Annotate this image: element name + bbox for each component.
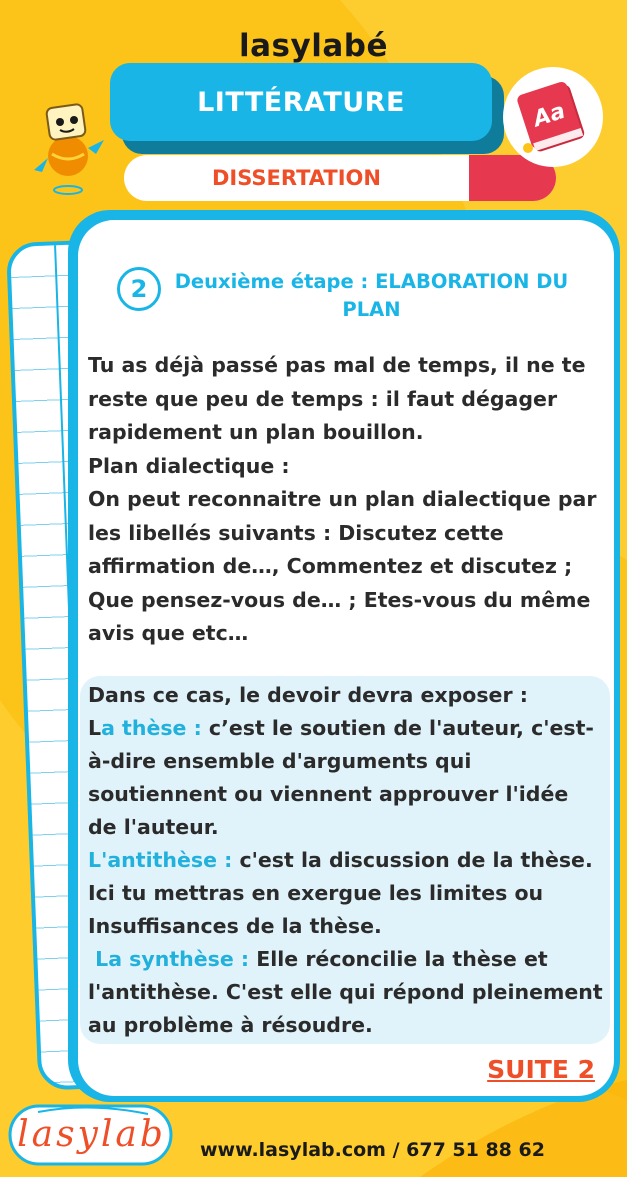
subtopic-label: DISSERTATION [211,166,381,190]
these-label: a thèse : [101,716,202,740]
logo-text: lasylab [17,1114,166,1155]
plan-description: On peut reconnaitre un plan dialectique … [88,487,597,645]
subject-banner: LITTÉRATURE [110,63,492,141]
footer-contact[interactable]: www.lasylab.com / 677 51 88 62 [200,1139,545,1161]
intro-text: Tu as déjà passé pas mal de temps, il ne… [88,349,598,651]
brand-title: lasylabé [239,28,388,64]
these-first-letter: L [88,716,102,740]
subtopic-pill: DISSERTATION [124,155,556,201]
step-title: Deuxième étape : ELABORATION DU PLAN [174,270,569,321]
synthese-item: La synthèse : Elle réconcilie la thèse e… [88,943,603,1042]
book-icon: Aa [503,67,603,167]
synthese-label: La synthèse : [88,947,250,971]
mascot-icon [34,103,104,195]
these-item: La thèse : c’est le soutien de l'auteur,… [88,712,603,844]
highlight-text: Dans ce cas, le devoir devra exposer : L… [88,679,603,1042]
step-number-badge: 2 [117,267,161,311]
highlight-intro: Dans ce cas, le devoir devra exposer : [88,683,528,707]
intro-paragraph: Tu as déjà passé pas mal de temps, il ne… [88,353,586,444]
antithese-label: L'antithèse : [88,848,233,872]
suite-link[interactable]: SUITE 2 [487,1055,595,1084]
antithese-item: L'antithèse : c'est la discussion de la … [88,844,603,943]
plan-heading: Plan dialectique : [88,453,290,478]
